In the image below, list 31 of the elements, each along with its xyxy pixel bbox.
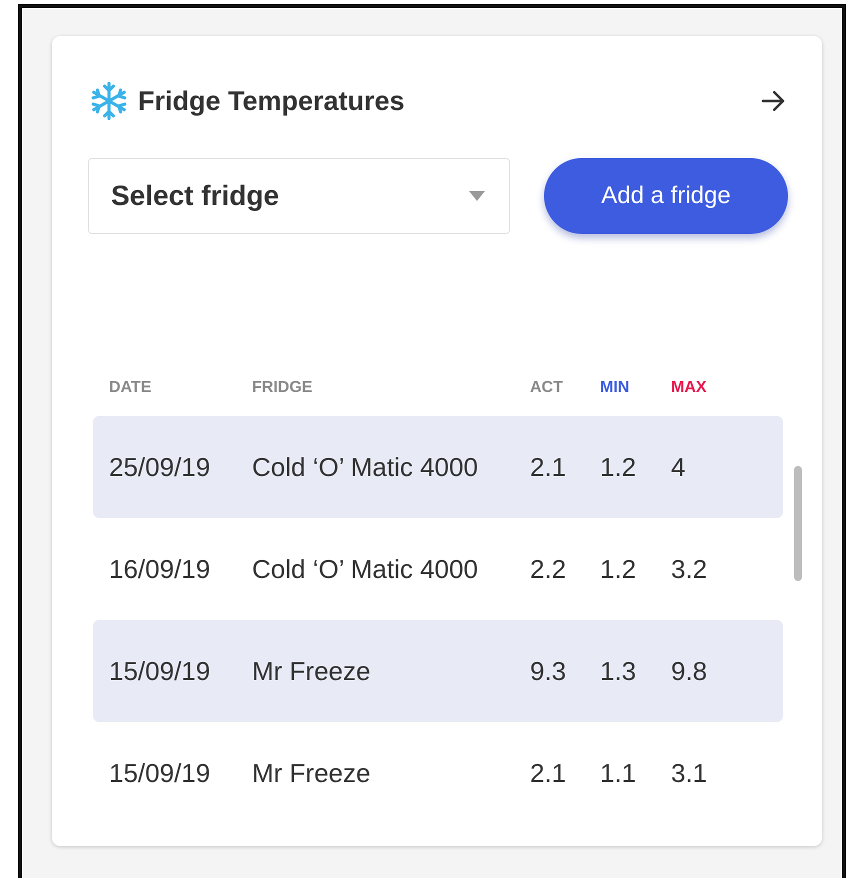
dropdown-caret-icon bbox=[469, 191, 485, 201]
select-placeholder: Select fridge bbox=[111, 180, 280, 212]
table-cell-text: 9.8 bbox=[671, 656, 708, 686]
table-cell-text: Mr Freeze bbox=[252, 758, 372, 788]
table-cell-text: 15/09/19 bbox=[109, 758, 212, 788]
column-header: MAX bbox=[671, 379, 708, 397]
card-title: Fridge Temperatures bbox=[138, 86, 405, 116]
table-cell-text: 15/09/19 bbox=[109, 656, 212, 686]
table-cell-text: 2.2 bbox=[530, 554, 568, 584]
table-cell-text: 2.1 bbox=[530, 758, 568, 788]
column-header: MIN bbox=[600, 379, 630, 397]
table-cell-text: 9.3 bbox=[530, 656, 568, 686]
scrollbar-thumb[interactable] bbox=[794, 466, 802, 581]
table-cell-text: 3.1 bbox=[671, 758, 708, 788]
table-cell-text: 1.3 bbox=[600, 656, 638, 686]
table-cell-text: Mr Freeze bbox=[252, 656, 372, 686]
table-cell-text: 1.2 bbox=[600, 554, 638, 584]
table-cell-text: 2.1 bbox=[530, 452, 568, 482]
fridge-select[interactable]: Select fridge bbox=[88, 158, 510, 234]
table-cell-text: Cold ‘O’ Matic 4000 bbox=[252, 554, 479, 584]
table-cell-text: 25/09/19 bbox=[109, 452, 212, 482]
table-cell-text: 3.2 bbox=[671, 554, 708, 584]
table-cell-text: 1.2 bbox=[600, 452, 638, 482]
table-cell-text: Cold ‘O’ Matic 4000 bbox=[252, 452, 479, 482]
column-header: DATE bbox=[109, 379, 152, 397]
table-cell-text: 16/09/19 bbox=[109, 554, 212, 584]
table-cell-text: 4 bbox=[671, 452, 686, 482]
table-cell-text: 1.1 bbox=[600, 758, 638, 788]
column-header: ACT bbox=[530, 379, 564, 397]
column-header: FRIDGE bbox=[252, 379, 314, 397]
add-fridge-button[interactable]: Add a fridge bbox=[544, 158, 788, 234]
